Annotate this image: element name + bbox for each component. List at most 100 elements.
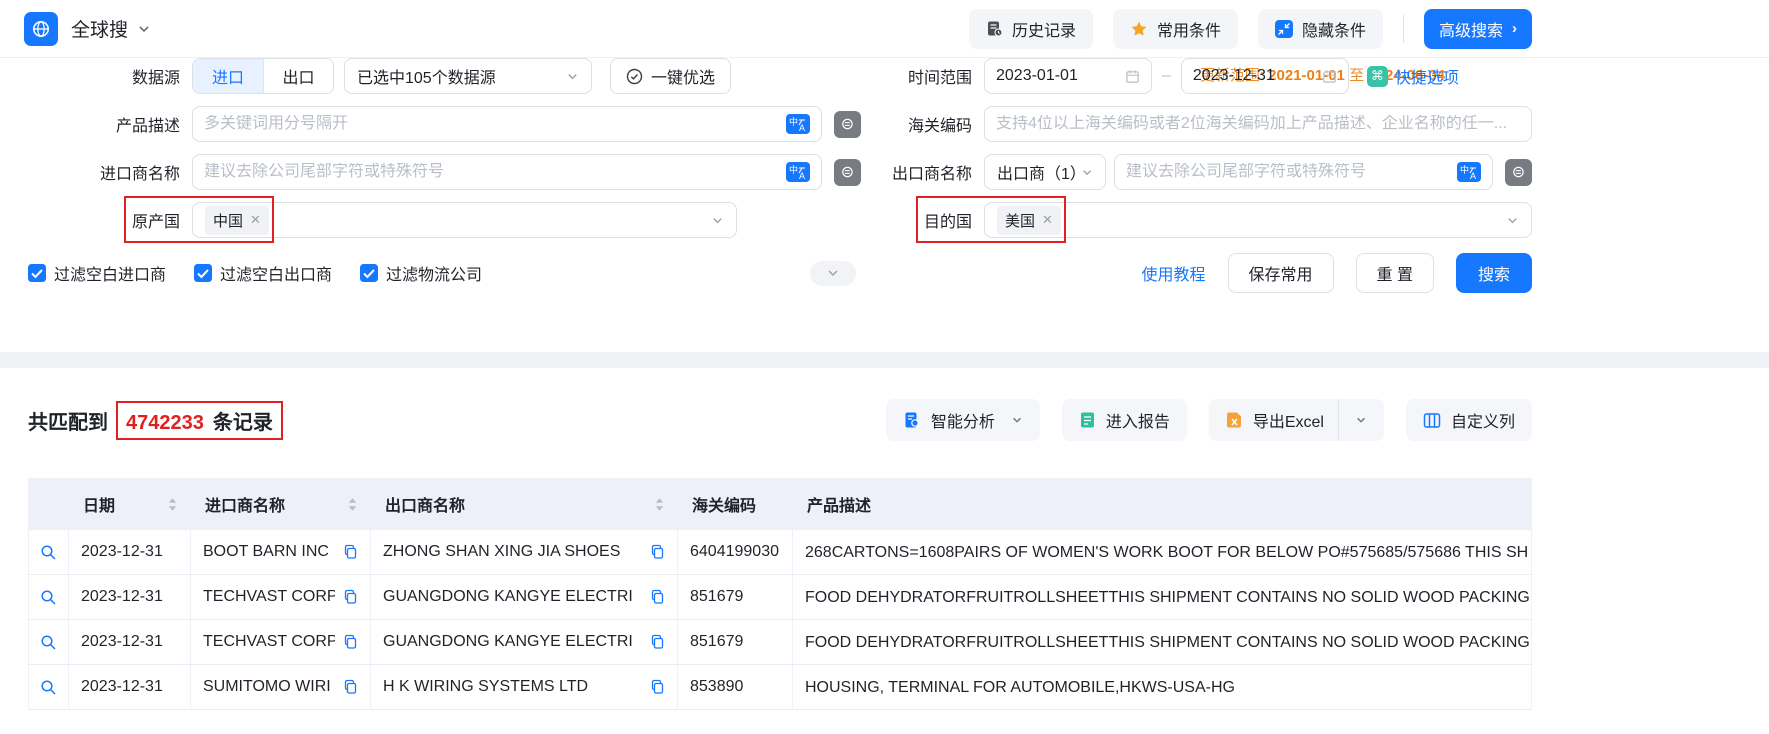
app-logo (24, 11, 58, 46)
exporter-name-input[interactable] (1126, 163, 1449, 181)
export-dropdown-chevron-icon[interactable] (1355, 414, 1367, 426)
segment-import[interactable]: 进口 (193, 59, 263, 93)
chevron-down-icon (1012, 417, 1021, 423)
copy-icon[interactable] (650, 679, 665, 695)
cell-hs-code: 851679 (678, 620, 793, 664)
star-icon (1131, 21, 1147, 36)
exact-match-icon[interactable]: ⊜ (1505, 158, 1532, 186)
check-circle-icon (626, 68, 643, 84)
remove-tag-icon[interactable]: ✕ (250, 212, 261, 228)
custom-columns-button[interactable]: 自定义列 (1405, 399, 1532, 441)
copy-icon[interactable] (650, 589, 665, 605)
product-desc-input[interactable] (204, 115, 778, 133)
topbar-actions: 历史记录 常用条件 隐藏条件 高级搜索 › (968, 8, 1532, 49)
origin-country-select[interactable]: 中国 ✕ (192, 202, 737, 238)
sort-icon[interactable] (168, 497, 177, 512)
header-exporter[interactable]: 出口商名称 (371, 478, 678, 530)
date-end-input[interactable]: 2023-12-31 (1180, 58, 1349, 94)
form-row-countries: 原产国 中国 ✕ 目的国 美国 ✕ (28, 196, 1532, 243)
chevron-down-icon (713, 217, 722, 223)
hs-code-input[interactable] (996, 115, 1520, 133)
cell-description: HOUSING, TERMINAL FOR AUTOMOBILE,HKWS-US… (805, 679, 1235, 696)
translate-icon[interactable]: 中 A (786, 114, 810, 134)
copy-icon[interactable] (650, 634, 665, 650)
search-button[interactable]: 搜索 (1455, 253, 1532, 293)
topbar: 全球搜 历史记录 常用条件 隐藏条件 高级搜索 › (0, 0, 1769, 58)
sort-icon[interactable] (655, 497, 664, 512)
collapse-conditions-button[interactable] (810, 260, 857, 286)
dest-country-select[interactable]: 美国 ✕ (984, 202, 1532, 238)
copy-icon[interactable] (650, 544, 665, 560)
app-switcher-chevron-icon[interactable] (137, 22, 151, 36)
header-exporter-label: 出口商名称 (385, 498, 466, 515)
save-favorite-button[interactable]: 保存常用 (1227, 253, 1334, 293)
product-desc-inputbox: 中 A (192, 106, 822, 142)
row-detail-button[interactable] (29, 530, 69, 574)
copy-icon[interactable] (343, 679, 358, 695)
topbar-divider (1402, 14, 1404, 43)
copy-icon[interactable] (343, 544, 358, 560)
filter-logistics-checkbox[interactable]: 过滤物流公司 (360, 261, 482, 285)
cell-hs-code: 851679 (678, 575, 793, 619)
cell-importer: TECHVAST CORP (191, 575, 371, 619)
sort-icon[interactable] (348, 497, 357, 512)
cell-importer: SUMITOMO WIRI (191, 665, 371, 709)
search-form-panel: 更新范围: 2021-01-01 至 2024-06-04 数据源 进口 出口 … (0, 58, 1769, 352)
header-description-label: 产品描述 (807, 498, 872, 515)
magnifier-icon (41, 679, 56, 695)
svg-text:中: 中 (789, 116, 798, 127)
header-date[interactable]: 日期 (69, 478, 191, 530)
history-button[interactable]: 历史记录 (968, 8, 1093, 49)
exact-match-icon[interactable]: ⊜ (834, 110, 861, 138)
reset-button[interactable]: 重 置 (1355, 253, 1434, 293)
hide-conditions-label: 隐藏条件 (1301, 22, 1366, 40)
header-expand-column (29, 478, 69, 530)
tutorial-link[interactable]: 使用教程 (1142, 261, 1206, 285)
advanced-search-button[interactable]: 高级搜索 › (1423, 8, 1532, 49)
date-start-input[interactable]: 2023-01-01 (984, 58, 1152, 94)
report-icon (1080, 412, 1094, 428)
export-excel-label: 导出Excel (1252, 414, 1324, 431)
segment-export[interactable]: 出口 (263, 59, 333, 93)
filter-logistics-label: 过滤物流公司 (386, 267, 483, 284)
smart-analysis-label: 智能分析 (930, 414, 995, 431)
header-date-label: 日期 (83, 498, 116, 515)
copy-icon[interactable] (343, 589, 358, 605)
cell-date: 2023-12-31 (69, 665, 191, 709)
one-click-optimize-button[interactable]: 一键优选 (610, 58, 732, 94)
copy-icon[interactable] (343, 634, 358, 650)
chevron-down-icon (1508, 217, 1517, 223)
smart-analysis-button[interactable]: 智能分析 (885, 399, 1040, 441)
datasource-select[interactable]: 已选中105个数据源 (344, 58, 592, 94)
table-row: 2023-12-31 TECHVAST CORP GUANGDONG KANGY… (29, 620, 1531, 665)
match-prefix: 共匹配到 (28, 411, 108, 434)
importer-name-input[interactable] (204, 163, 778, 181)
enter-report-button[interactable]: 进入报告 (1061, 399, 1187, 441)
header-importer[interactable]: 进口商名称 (191, 478, 371, 530)
translate-icon[interactable]: 中 A (786, 162, 810, 182)
match-count: 4742233 (126, 411, 204, 434)
table-row: 2023-12-31 TECHVAST CORP GUANGDONG KANGY… (29, 575, 1531, 620)
history-icon (987, 21, 1003, 37)
exact-match-icon[interactable]: ⊜ (834, 158, 861, 186)
exporter-type-select[interactable]: 出口商（1） (984, 154, 1106, 190)
custom-columns-label: 自定义列 (1450, 414, 1515, 431)
quick-options-button[interactable]: ⌘ 快捷选项 (1366, 64, 1459, 88)
translate-icon[interactable]: 中 A (1457, 162, 1481, 182)
filter-blank-exporter-checkbox[interactable]: 过滤空白出口商 (194, 261, 332, 285)
magnifier-icon (41, 544, 56, 560)
chevron-right-icon: › (1512, 20, 1517, 37)
dest-country-label: 目的国 (923, 214, 972, 231)
row-detail-button[interactable] (29, 575, 69, 619)
hide-conditions-button[interactable]: 隐藏条件 (1257, 8, 1383, 49)
export-excel-button[interactable]: 导出Excel (1208, 399, 1384, 441)
filter-blank-importer-checkbox[interactable]: 过滤空白进口商 (28, 261, 166, 285)
remove-tag-icon[interactable]: ✕ (1042, 212, 1053, 228)
importer-name-inputbox: 中 A (192, 154, 822, 190)
row-detail-button[interactable] (29, 665, 69, 709)
cell-description: 268CARTONS=1608PAIRS OF WOMEN'S WORK BOO… (805, 544, 1529, 561)
results-panel: 共匹配到 4742233 条记录 智能分析 进入报告 导出Excel 自定义列 … (0, 368, 1769, 710)
cell-date: 2023-12-31 (69, 620, 191, 664)
favorites-button[interactable]: 常用条件 (1112, 8, 1238, 49)
row-detail-button[interactable] (29, 620, 69, 664)
